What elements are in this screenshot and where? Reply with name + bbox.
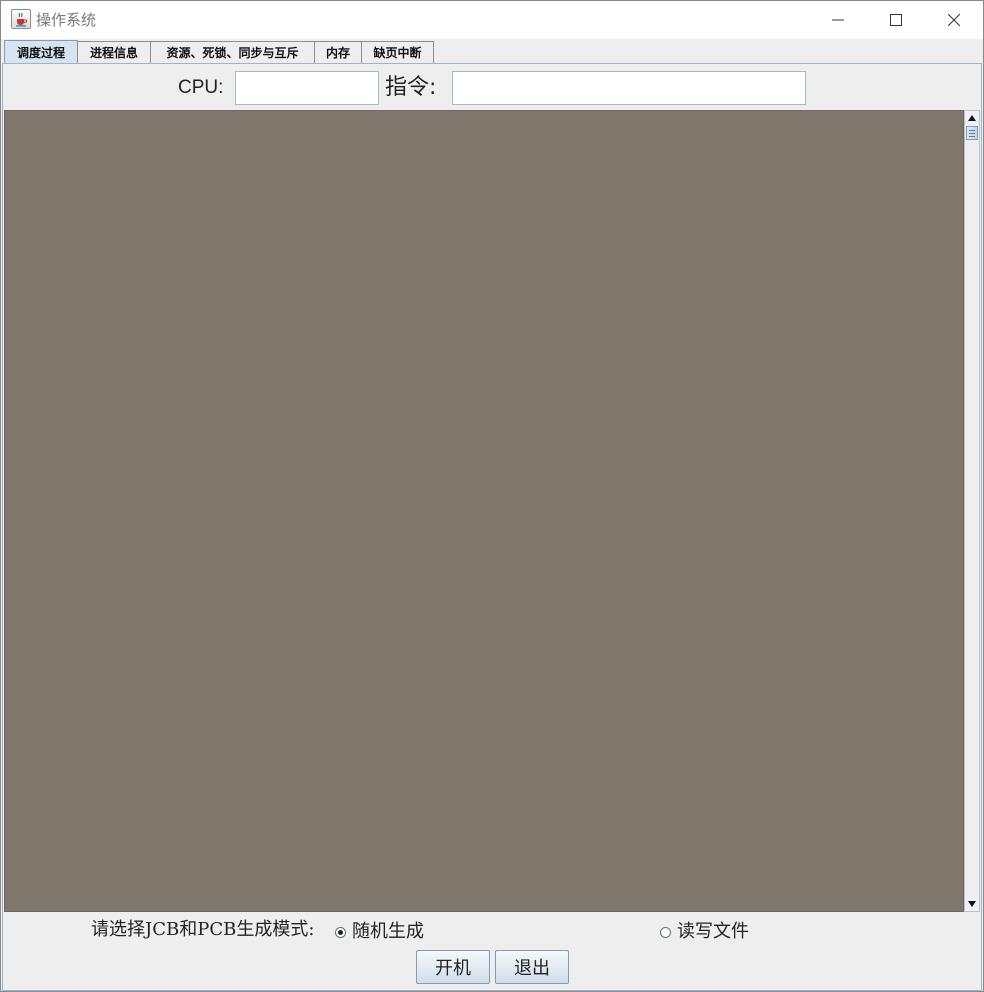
tab-process-info[interactable]: 进程信息 [77,41,151,63]
instruction-label: 指令: [385,75,437,100]
tab-memory[interactable]: 内存 [314,41,362,63]
radio-read-write-file[interactable]: 读写文件 [660,921,749,943]
vertical-scrollbar[interactable] [964,110,980,912]
radio-file-label: 读写文件 [677,921,749,942]
generation-mode-label: 请选择JCB和PCB生成模式: [91,919,315,940]
scroll-up-button[interactable] [965,111,979,125]
scroll-thumb[interactable] [966,126,978,140]
scroll-down-button[interactable] [965,897,979,911]
tab-scheduling[interactable]: 调度过程 [4,40,78,63]
scheduling-canvas[interactable] [4,110,964,912]
instruction-field[interactable] [452,71,806,105]
radio-random-generate[interactable]: 随机生成 [335,921,424,943]
tab-resources-deadlock[interactable]: 资源、死锁、同步与互斥 [150,41,315,63]
tab-strip: 调度过程 进程信息 资源、死锁、同步与互斥 内存 缺页中断 [1,39,983,63]
exit-button[interactable]: 退出 [495,950,569,984]
arrow-up-icon [968,115,976,121]
tab-page-fault[interactable]: 缺页中断 [361,41,434,63]
title-bar[interactable]: 操作系统 [1,1,983,39]
close-icon [948,14,960,26]
arrow-down-icon [968,901,976,907]
close-button[interactable] [925,1,983,39]
maximize-icon [890,14,902,26]
minimize-button[interactable] [809,1,867,39]
minimize-icon [832,19,844,21]
app-window: 操作系统 调度过程 进程信息 资源、死锁、同步与互斥 内存 缺页中断 CPU: … [0,0,984,992]
scheduling-panel: CPU: 指令: 请选择JCB和PCB生成模式: 随机生成 读写文件 开机 退出 [2,63,982,991]
radio-selected-indicator[interactable] [335,926,346,938]
cpu-label: CPU: [178,77,224,98]
radio-random-label: 随机生成 [352,921,424,942]
cpu-field[interactable] [235,71,379,105]
maximize-button[interactable] [867,1,925,39]
power-on-button[interactable]: 开机 [416,950,490,984]
java-coffee-icon [11,9,31,29]
radio-unselected-indicator[interactable] [660,926,671,938]
window-title: 操作系统 [36,11,97,29]
